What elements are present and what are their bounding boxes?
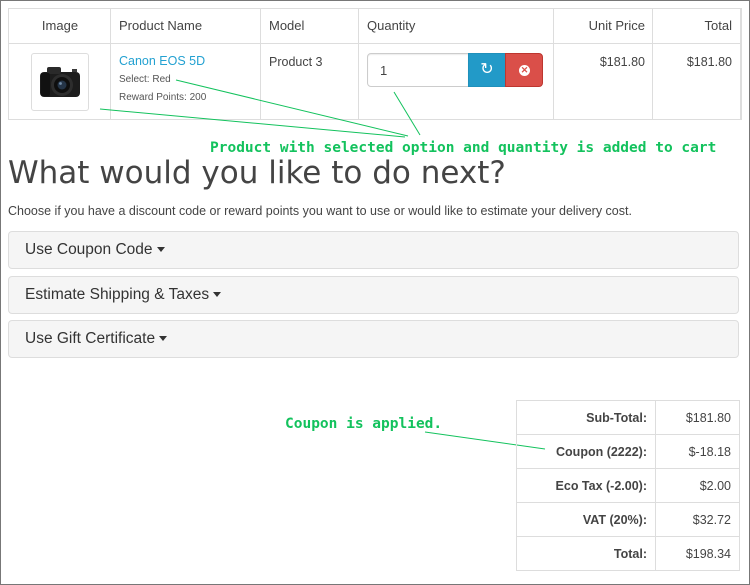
panel-shipping[interactable]: Estimate Shipping & Taxes xyxy=(8,276,739,314)
vat-value: $32.72 xyxy=(655,502,740,537)
subtotal-value: $181.80 xyxy=(655,400,740,435)
caret-down-icon xyxy=(156,247,165,253)
eco-tax-label: Eco Tax (-2.00): xyxy=(516,468,656,503)
subtotal-label: Sub-Total: xyxy=(516,400,656,435)
totals-row: Sub-Total: $181.80 xyxy=(516,400,740,435)
annotation-line-option xyxy=(175,79,409,137)
panel-shipping-title: Estimate Shipping & Taxes xyxy=(25,286,210,303)
annotation-line-image xyxy=(99,108,406,138)
total-label: Total: xyxy=(516,536,656,571)
caret-down-icon xyxy=(159,336,168,342)
totals-row: VAT (20%): $32.72 xyxy=(516,502,740,537)
totals-row: Total: $198.34 xyxy=(516,536,740,571)
coupon-label: Coupon (2222): xyxy=(516,434,656,469)
annotation-line-quantity xyxy=(393,91,421,136)
totals-row: Eco Tax (-2.00): $2.00 xyxy=(516,468,740,503)
vat-label: VAT (20%): xyxy=(516,502,656,537)
annotation-added-to-cart: Product with selected option and quantit… xyxy=(210,140,717,156)
caret-down-icon xyxy=(213,292,222,298)
coupon-value: $-18.18 xyxy=(655,434,740,469)
totals-table: Sub-Total: $181.80 Coupon (2222): $-18.1… xyxy=(516,400,740,571)
totals-row: Coupon (2222): $-18.18 xyxy=(516,434,740,469)
panel-coupon[interactable]: Use Coupon Code xyxy=(8,231,739,269)
panel-gift-title: Use Gift Certificate xyxy=(25,330,156,347)
panel-gift-certificate[interactable]: Use Gift Certificate xyxy=(8,320,739,358)
page-intro: Choose if you have a discount code or re… xyxy=(8,204,632,218)
annotation-coupon-applied: Coupon is applied. xyxy=(285,416,443,432)
total-value: $198.34 xyxy=(655,536,740,571)
panel-coupon-title: Use Coupon Code xyxy=(25,241,153,258)
page-heading: What would you like to do next? xyxy=(8,155,506,191)
eco-tax-value: $2.00 xyxy=(655,468,740,503)
